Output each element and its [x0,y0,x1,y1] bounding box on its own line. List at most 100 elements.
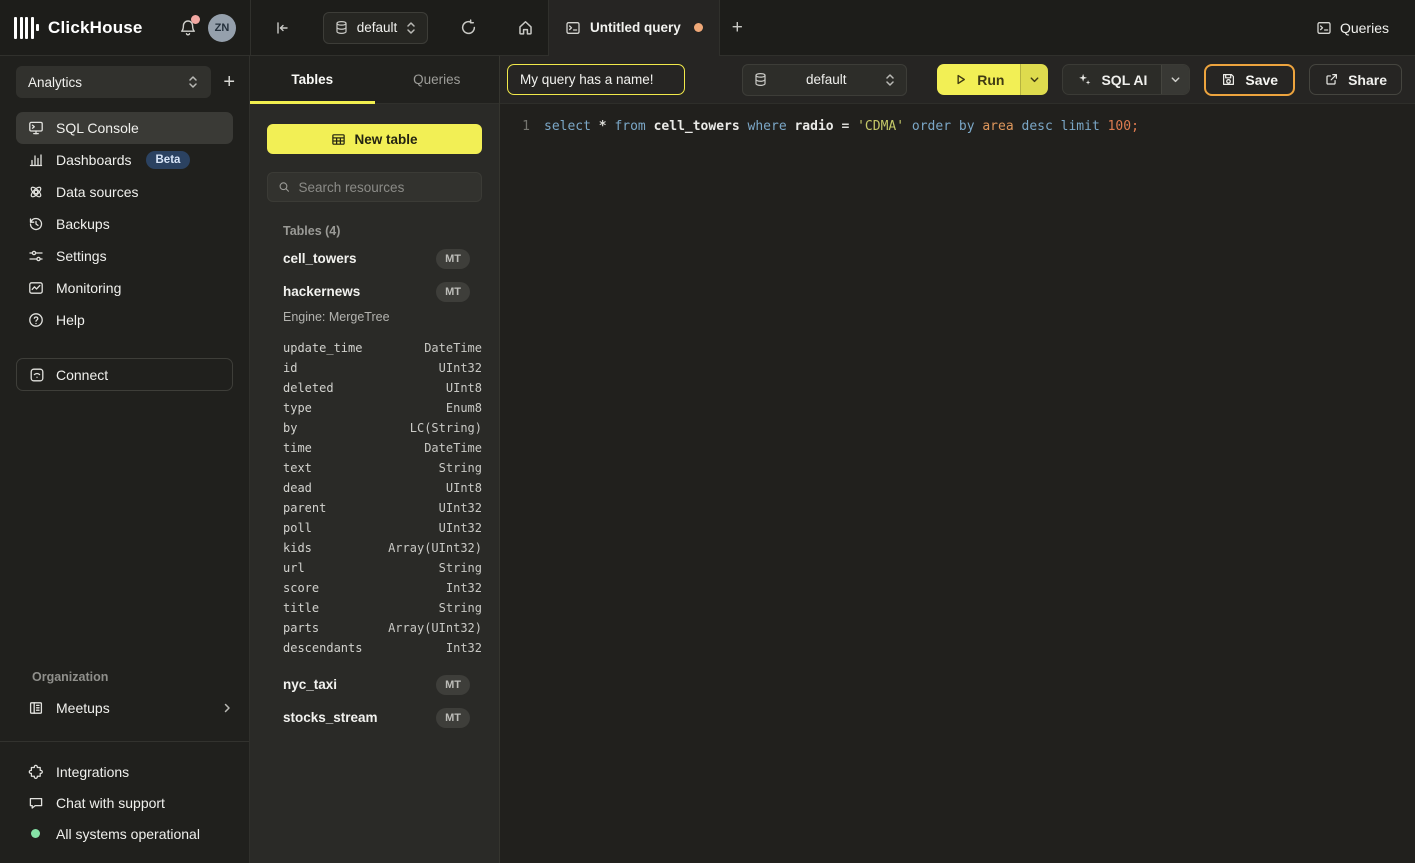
column-row[interactable]: deadUInt8 [267,478,482,498]
data-sources-icon [28,184,44,200]
share-label: Share [1348,72,1387,88]
sql-ai-button[interactable]: SQL AI [1063,65,1161,94]
queries-icon [1316,20,1332,36]
column-row[interactable]: partsArray(UInt32) [267,618,482,638]
sidebar-item-data-sources[interactable]: Data sources [16,176,233,208]
settings-icon [28,248,44,264]
header-tabs-section: Untitled query + Queries [500,0,1415,56]
column-row[interactable]: textString [267,458,482,478]
status-label: All systems operational [56,826,200,842]
search-resources[interactable] [267,172,482,202]
backups-icon [28,216,44,232]
sql-console-icon [28,120,44,136]
notifications-bell-icon[interactable] [178,18,198,38]
column-row[interactable]: kidsArray(UInt32) [267,538,482,558]
play-icon [953,72,968,87]
monitoring-icon [28,280,44,296]
table-row-nyc-taxi[interactable]: nyc_taxi MT [267,668,482,701]
column-row[interactable]: parentUInt32 [267,498,482,518]
sql-ai-label: SQL AI [1101,72,1147,88]
chevron-down-icon [1029,74,1040,85]
workspace-name: Analytics [28,75,82,90]
add-workspace-button[interactable]: + [223,72,235,92]
table-row-hackernews[interactable]: hackernews MT [267,275,482,308]
table-name: cell_towers [283,251,357,266]
sidebar-item-integrations[interactable]: Integrations [0,756,249,787]
sidebar-item-label: Dashboards [56,152,132,168]
table-name: nyc_taxi [283,677,337,692]
column-row[interactable]: titleString [267,598,482,618]
sql-token: area [982,119,1021,134]
column-row[interactable]: pollUInt32 [267,518,482,538]
column-row[interactable]: descendantsInt32 [267,638,482,658]
column-row[interactable]: urlString [267,558,482,578]
tab-queries[interactable]: Queries [375,56,500,103]
chevron-down-icon [1170,74,1181,85]
connect-label: Connect [56,367,108,383]
column-type: UInt8 [446,381,482,395]
tab-tables[interactable]: Tables [250,56,375,103]
run-button[interactable]: Run [937,64,1020,95]
sidebar-item-help[interactable]: Help [16,304,233,336]
home-icon[interactable] [510,13,540,43]
run-options-button[interactable] [1020,64,1048,95]
status-green-dot [31,829,40,838]
tables-section-label: Tables (4) [283,224,482,238]
refresh-icon[interactable] [454,13,484,43]
column-row[interactable]: deletedUInt8 [267,378,482,398]
toolbar-database-selector[interactable]: default [742,64,907,96]
chevron-updown-icon [405,21,417,35]
queries-button[interactable]: Queries [1306,14,1399,42]
new-table-button[interactable]: New table [267,124,482,154]
column-row[interactable]: typeEnum8 [267,398,482,418]
header-database-selector[interactable]: default [323,12,429,44]
save-label: Save [1245,72,1278,88]
sidebar-item-chat-support[interactable]: Chat with support [0,787,249,818]
integrations-label: Integrations [56,764,129,780]
column-name: type [283,401,312,415]
chat-bubble-icon [28,795,44,811]
sidebar-item-label: Help [56,312,85,328]
share-button[interactable]: Share [1309,64,1402,95]
save-button[interactable]: Save [1204,64,1295,96]
table-grid-icon [331,132,346,147]
column-row[interactable]: update_timeDateTime [267,338,482,358]
brand[interactable]: ClickHouse [14,17,143,39]
sql-token: radio [794,119,841,134]
connect-button[interactable]: Connect [16,358,233,391]
clickhouse-app: ClickHouse ZN default [0,0,1415,863]
sidebar-item-monitoring[interactable]: Monitoring [16,272,233,304]
collapse-sidebar-icon[interactable] [267,13,297,43]
column-type: String [439,561,482,575]
search-input[interactable] [299,180,471,195]
column-row[interactable]: timeDateTime [267,438,482,458]
column-row[interactable]: idUInt32 [267,358,482,378]
sql-editor[interactable]: 1 select * from cell_towers where radio … [500,104,1415,863]
table-row-stocks-stream[interactable]: stocks_stream MT [267,701,482,734]
unsaved-changes-dot [694,23,703,32]
code-line-content[interactable]: select * from cell_towers where radio = … [530,117,1139,137]
column-row[interactable]: scoreInt32 [267,578,482,598]
sparkles-icon [1077,72,1092,87]
sidebar-item-sql-console[interactable]: SQL Console [16,112,233,144]
notification-dot [191,15,200,24]
sidebar-item-dashboards[interactable]: Dashboards Beta [16,144,233,176]
table-row-cell-towers[interactable]: cell_towers MT [267,242,482,275]
new-tab-button[interactable]: + [732,17,743,39]
column-row[interactable]: byLC(String) [267,418,482,438]
sidebar-item-settings[interactable]: Settings [16,240,233,272]
avatar[interactable]: ZN [208,14,236,42]
sidebar-item-backups[interactable]: Backups [16,208,233,240]
column-name: descendants [283,641,362,655]
column-name: kids [283,541,312,555]
column-type: UInt32 [439,501,482,515]
sql-ai-button-group: SQL AI [1062,64,1190,95]
code-line[interactable]: 1 select * from cell_towers where radio … [500,117,1415,137]
sql-ai-options-button[interactable] [1161,65,1189,94]
tab-untitled-query[interactable]: Untitled query [548,0,720,56]
workspace-selector[interactable]: Analytics [16,66,211,98]
query-name-input[interactable] [507,64,685,95]
query-toolbar: default Run [500,56,1415,104]
system-status[interactable]: All systems operational [0,818,249,849]
sidebar-item-meetups[interactable]: Meetups [0,692,249,723]
